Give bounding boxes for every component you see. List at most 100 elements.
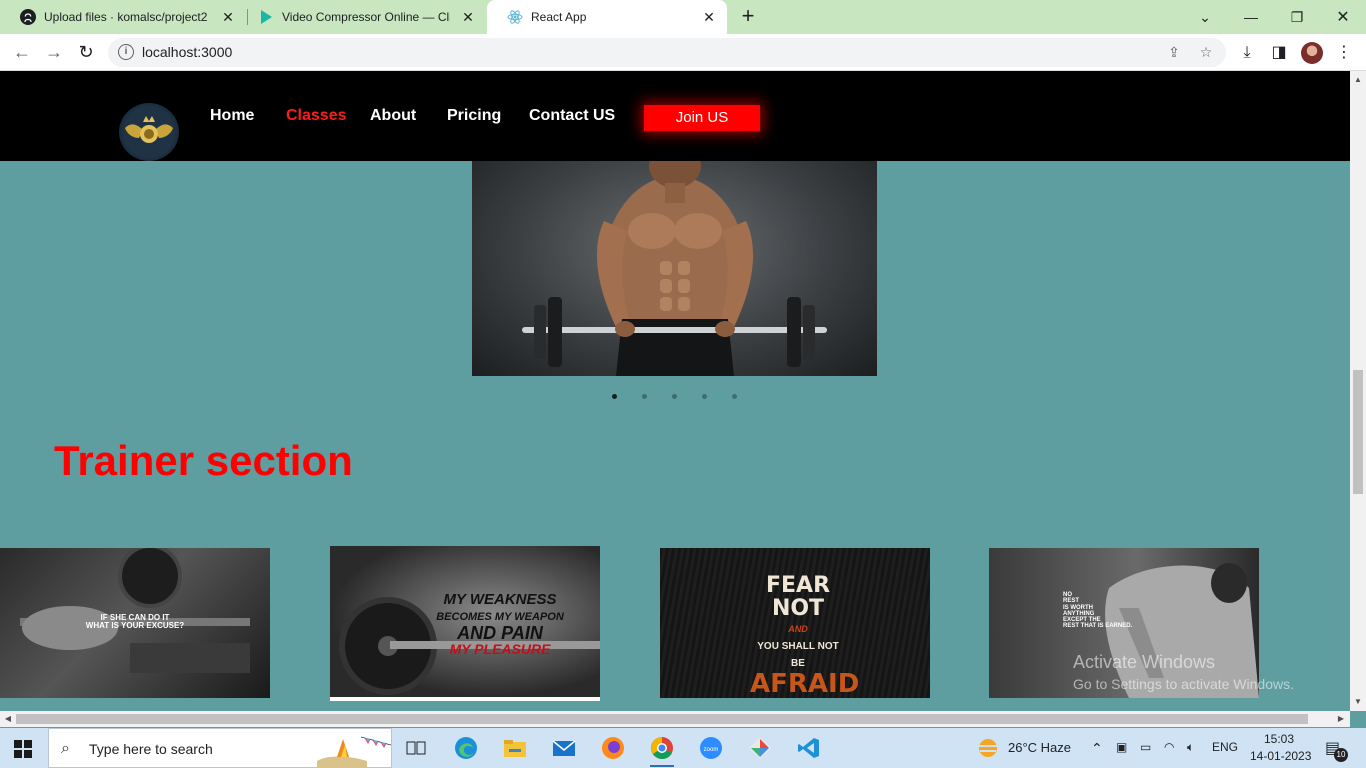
trainer-card-2[interactable]: MY WEAKNESS BECOMES MY WEAPON AND PAIN M…: [330, 546, 600, 701]
new-tab-plus-icon[interactable]: +: [736, 5, 760, 29]
weather-text[interactable]: 26°C Haze: [1008, 740, 1071, 755]
tray-app-icon[interactable]: ▣: [1116, 740, 1127, 754]
profile-avatar[interactable]: [1301, 42, 1323, 64]
carousel-dot-3[interactable]: [672, 394, 677, 399]
share-icon[interactable]: ⇪: [1166, 44, 1182, 60]
vscode-icon[interactable]: [795, 734, 823, 762]
close-tab-icon[interactable]: ✕: [460, 9, 476, 25]
back-arrow-icon[interactable]: ←: [10, 40, 34, 64]
github-icon: [20, 9, 36, 25]
carousel-dot-5[interactable]: [732, 394, 737, 399]
card-quote-line: YOU SHALL NOT BE: [757, 640, 839, 669]
download-icon[interactable]: ⤓: [1237, 43, 1257, 63]
card-quote-line: AND: [788, 624, 808, 635]
card-quote-line: FEAR NOT: [765, 573, 831, 622]
card-quote-line: ANYTHING: [1063, 610, 1095, 617]
card-quote-line: EXCEPT THE: [1063, 617, 1101, 624]
wifi-icon[interactable]: ◠: [1164, 740, 1174, 754]
tab-search-chevron-icon[interactable]: ⌄: [1182, 0, 1228, 34]
close-tab-icon[interactable]: ✕: [220, 9, 236, 25]
browser-tab-strip: Upload files · komalsc/project2 ✕ Video …: [0, 0, 1366, 34]
card-quote-line: AND PAIN: [457, 622, 543, 643]
url-text[interactable]: localhost:3000: [142, 44, 232, 60]
horizontal-scroll-thumb[interactable]: [16, 714, 1308, 724]
nav-pricing[interactable]: Pricing: [447, 107, 501, 125]
scroll-left-arrow-icon[interactable]: ◀: [3, 714, 13, 724]
language-indicator[interactable]: ENG: [1212, 740, 1238, 754]
search-icon: ⌕: [61, 740, 70, 757]
tab-title: React App: [531, 10, 587, 24]
mail-icon[interactable]: [550, 734, 578, 762]
nav-about[interactable]: About: [370, 107, 416, 125]
taskbar-search-placeholder[interactable]: Type here to search: [89, 741, 213, 757]
site-header: Home Classes About Pricing Contact US Jo…: [0, 71, 1350, 161]
task-view-icon[interactable]: [402, 734, 430, 762]
card-quote-line: IS WORTH: [1063, 604, 1093, 611]
reload-icon[interactable]: ↻: [74, 40, 98, 64]
clock-time[interactable]: 15:03: [1264, 732, 1294, 746]
edge-browser-icon[interactable]: [452, 734, 480, 762]
file-explorer-icon[interactable]: [501, 734, 529, 762]
card-quote-line: NO: [1063, 592, 1072, 598]
show-hidden-icons-chevron-icon[interactable]: ⌃: [1091, 740, 1103, 757]
card-quote: IF SHE CAN DO IT WHAT IS YOUR EXCUSE?: [80, 613, 190, 631]
nav-home[interactable]: Home: [210, 107, 254, 125]
carousel-dot-4[interactable]: [702, 394, 707, 399]
notification-count-badge: 10: [1334, 748, 1348, 762]
nav-contact-us[interactable]: Contact US: [529, 107, 615, 125]
clock-date[interactable]: 14-01-2023: [1250, 749, 1311, 763]
card-quote-line: REST: [1063, 598, 1080, 605]
browser-toolbar: ← → ↻ i localhost:3000 ⇪ ☆ ⤓ ◨ ⋮: [0, 34, 1366, 71]
carousel-dot-1[interactable]: [612, 394, 617, 399]
side-panel-icon[interactable]: ◨: [1269, 43, 1289, 63]
site-info-icon[interactable]: i: [118, 44, 134, 60]
restore-icon[interactable]: ❐: [1274, 0, 1320, 34]
card-quote-line: AFRAID: [750, 668, 860, 698]
trainer-card-1[interactable]: IF SHE CAN DO IT WHAT IS YOUR EXCUSE?: [0, 548, 270, 698]
more-menu-icon[interactable]: ⋮: [1334, 43, 1354, 63]
chrome-icon[interactable]: [648, 734, 676, 767]
trainer-card-3[interactable]: FEAR NOT AND YOU SHALL NOT BE AFRAID: [660, 548, 930, 698]
battery-icon[interactable]: ▭: [1140, 740, 1151, 754]
card-quote-line: MY WEAKNESS: [443, 591, 557, 608]
campfire-search-highlight-icon: [317, 736, 391, 767]
address-bar[interactable]: i localhost:3000 ⇪ ☆: [108, 38, 1226, 67]
vertical-scrollbar[interactable]: ▲ ▼: [1350, 71, 1366, 711]
volume-icon[interactable]: 🔈︎: [1187, 740, 1194, 755]
windows-taskbar: ⌕ Type here to search zoom 26°C Haze ⌃ ▣…: [0, 728, 1366, 768]
scroll-up-arrow-icon[interactable]: ▲: [1353, 75, 1363, 85]
forward-arrow-icon[interactable]: →: [42, 40, 66, 64]
hero-carousel-image: [472, 161, 877, 376]
gym-logo[interactable]: [119, 103, 179, 161]
scroll-right-arrow-icon[interactable]: ▶: [1336, 714, 1346, 724]
tab-upload-files[interactable]: Upload files · komalsc/project2 ✕: [0, 0, 246, 34]
firefox-icon[interactable]: [599, 734, 627, 762]
taskbar-search-box[interactable]: ⌕ Type here to search: [48, 728, 392, 768]
card-quote-line: MY PLEASURE: [449, 641, 551, 658]
card-quote: NO REST IS WORTH ANYTHING EXCEPT THE RES…: [1063, 592, 1143, 630]
trainer-section-title: Trainer section: [54, 437, 353, 484]
join-us-button[interactable]: Join US: [644, 105, 760, 131]
close-window-icon[interactable]: ✕: [1320, 0, 1366, 34]
horizontal-scrollbar[interactable]: ◀ ▶: [0, 711, 1350, 727]
card-quote-line: WHAT IS YOUR EXCUSE?: [85, 621, 185, 631]
tab-react-app[interactable]: React App ✕: [487, 0, 727, 34]
tab-title: Upload files · komalsc/project2: [44, 10, 208, 24]
nav-classes[interactable]: Classes: [286, 107, 347, 125]
carousel-dot-2[interactable]: [642, 394, 647, 399]
tab-video-compressor[interactable]: Video Compressor Online — Clic ✕: [238, 0, 486, 34]
zoom-icon[interactable]: zoom: [697, 734, 725, 762]
git-kraken-icon[interactable]: [746, 734, 774, 762]
windows-start-icon[interactable]: [14, 740, 32, 758]
weather-icon[interactable]: [976, 736, 1000, 763]
clideo-play-icon: [258, 9, 274, 25]
react-icon: [507, 9, 523, 25]
scroll-down-arrow-icon[interactable]: ▼: [1353, 697, 1363, 707]
vertical-scroll-thumb[interactable]: [1353, 370, 1363, 494]
activate-windows-subtitle: Go to Settings to activate Windows.: [1073, 676, 1294, 692]
minimize-icon[interactable]: —: [1228, 0, 1274, 34]
svg-text:zoom: zoom: [704, 747, 719, 753]
tab-title: Video Compressor Online — Clic: [282, 10, 450, 24]
bookmark-star-icon[interactable]: ☆: [1198, 44, 1214, 60]
close-tab-icon[interactable]: ✕: [701, 9, 717, 25]
